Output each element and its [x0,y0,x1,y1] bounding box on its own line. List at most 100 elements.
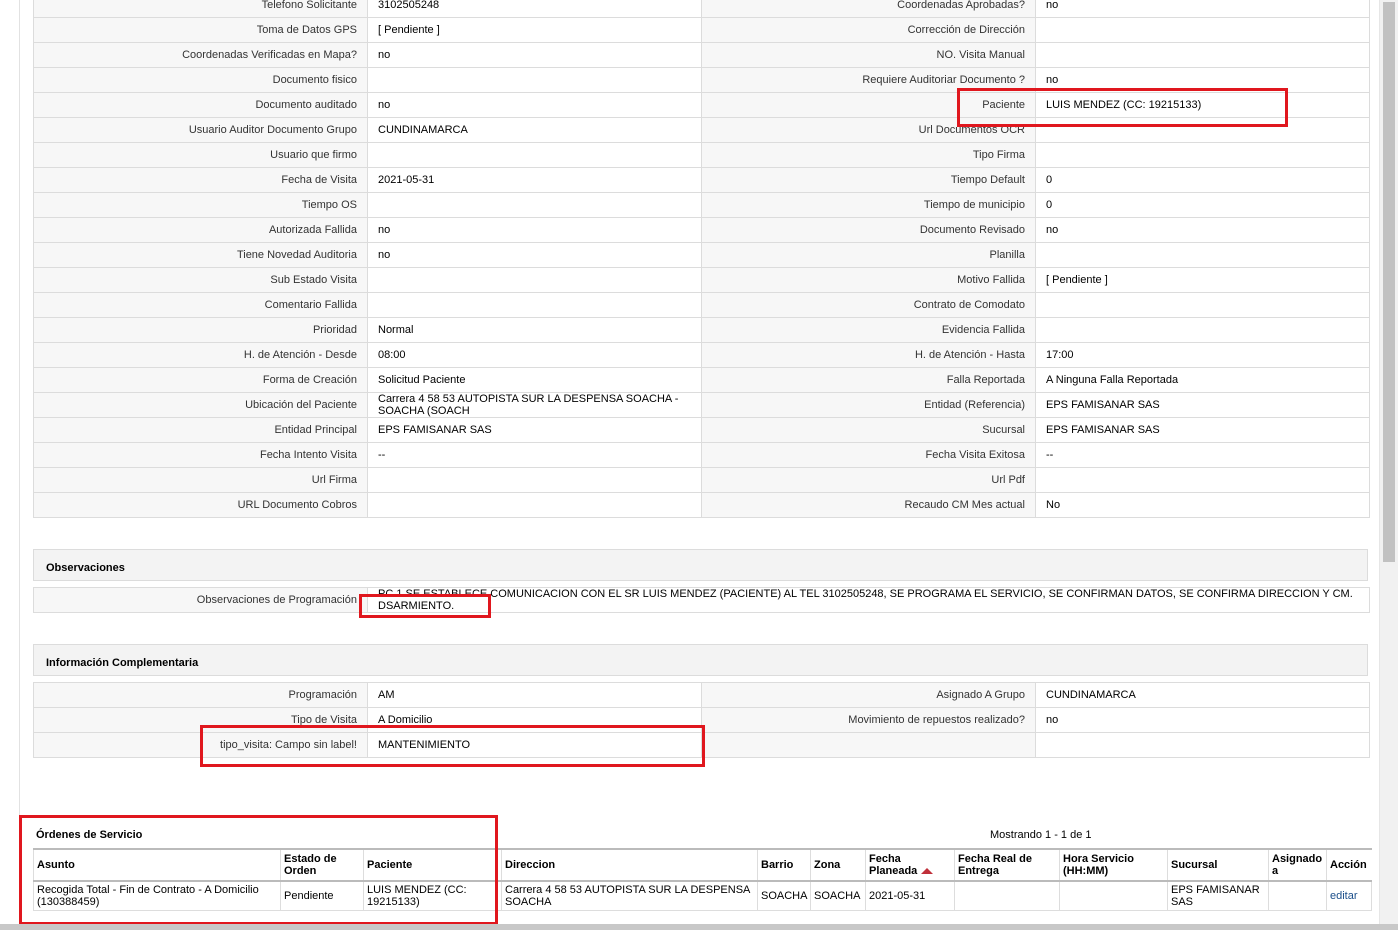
label-falla-reportada: Falla Reportada [701,367,1036,393]
value-programacion: AM [367,682,702,708]
detail-row: Documento fisico Requiere Auditoriar Docu… [33,67,1370,93]
column-header-asignado-a[interactable]: Asignado a [1268,848,1327,882]
value-coordenadas-verificadas-en-mapa: no [367,42,702,68]
label-entidad-principal: Entidad Principal [33,417,368,443]
value-tiempo-os [367,192,702,218]
value-documento-auditado: no [367,92,702,118]
value-no-visita-manual [1035,42,1370,68]
cell-estado-de-orden: Pendiente [280,880,364,911]
value-url-pdf [1035,467,1370,493]
label-forma-de-creacion: Forma de Creación [33,367,368,393]
column-header-label: Paciente [367,859,413,871]
label-documento-auditado: Documento auditado [33,92,368,118]
column-header-label: Estado de Orden [284,853,337,877]
value-documento-fisico [367,67,702,93]
vertical-scrollbar[interactable] [1379,0,1398,924]
label-usuario-que-firmo: Usuario que firmo [33,142,368,168]
value-comentario-fallida [367,292,702,318]
info-complementaria-table: Programación AM Asignado A Grupo CUNDINAMAR… [33,682,1370,758]
label-tipo-visita-campo-sin-label: tipo_visita: Campo sin label! [33,732,368,758]
value-prioridad: Normal [367,317,702,343]
detail-row: Documento auditado no Paciente LUIS MENDEZ … [33,92,1370,118]
label-toma-de-datos-gps: Toma de Datos GPS [33,17,368,43]
detail-row: tipo_visita: Campo sin label! MANTENIMIEN… [33,732,1370,758]
detail-row: H. de Atención - Desde 08:00 H. de Atenció… [33,342,1370,368]
value-recaudo-cm-mes-actual: No [1035,492,1370,518]
value-url-documento-cobros [367,492,702,518]
info-complementaria-header: Información Complementaria [33,644,1368,676]
column-header-zona[interactable]: Zona [810,848,866,882]
value-documento-revisado: no [1035,217,1370,243]
detail-row: Usuario Auditor Documento Grupo CUNDINAMA… [33,117,1370,143]
label-tiempo-default: Tiempo Default [701,167,1036,193]
cell-sucursal: EPS FAMISANAR SAS [1167,880,1269,911]
label-prioridad: Prioridad [33,317,368,343]
value-forma-de-creacion: Solicitud Paciente [367,367,702,393]
value-asignado-a-grupo: CUNDINAMARCA [1035,682,1370,708]
label-h-de-atencion-hasta: H. de Atención - Hasta [701,342,1036,368]
value-url-documentos-ocr [1035,117,1370,143]
value-sub-estado-visita [367,267,702,293]
value-usuario-auditor-documento-grupo: CUNDINAMARCA [367,117,702,143]
detail-row: Fecha Intento Visita -- Fecha Visita Exito… [33,442,1370,468]
detail-row: Prioridad Normal Evidencia Fallida [33,317,1370,343]
column-header-paciente[interactable]: Paciente [363,848,502,882]
left-panel-edge [0,0,20,924]
label-evidencia-fallida: Evidencia Fallida [701,317,1036,343]
detail-row: Fecha de Visita 2021-05-31 Tiempo Default 0 [33,167,1370,193]
label-programacion: Programación [33,682,368,708]
column-header-sucursal[interactable]: Sucursal [1167,848,1269,882]
observaciones-value: PC 1 SE ESTABLECE COMUNICACION CON EL SR… [367,587,1370,613]
horizontal-scrollbar[interactable] [0,924,1398,930]
label-fecha-intento-visita: Fecha Intento Visita [33,442,368,468]
cell-hora-servicio-hh-mm [1059,880,1168,911]
label-planilla: Planilla [701,242,1036,268]
column-header-hora-servicio-hh-mm[interactable]: Hora Servicio (HH:MM) [1059,848,1168,882]
label-tiempo-os: Tiempo OS [33,192,368,218]
label-coordenadas-verificadas-en-mapa: Coordenadas Verificadas en Mapa? [33,42,368,68]
column-header-fecha-planeada[interactable]: Fecha Planeada [865,848,955,882]
scrollbar-thumb[interactable] [1383,2,1395,562]
value-empty [1035,732,1370,758]
value-tipo-firma [1035,142,1370,168]
label-coordenadas-aprobadas: Coordenadas Aprobadas? [701,0,1036,18]
label-url-firma: Url Firma [33,467,368,493]
sort-ascending-icon[interactable] [921,868,934,875]
value-paciente: LUIS MENDEZ (CC: 19215133) [1035,92,1370,118]
label-motivo-fallida: Motivo Fallida [701,267,1036,293]
column-header-label: Sucursal [1171,859,1218,871]
cell-barrio: SOACHA [757,880,811,911]
label-url-documentos-ocr: Url Documentos OCR [701,117,1036,143]
column-header-fecha-real-de-entrega[interactable]: Fecha Real de Entrega [954,848,1060,882]
column-header-direccion[interactable]: Direccion [501,848,758,882]
label-movimiento-de-repuestos-realizado: Movimiento de repuestos realizado? [701,707,1036,733]
column-header-estado-de-orden[interactable]: Estado de Orden [280,848,364,882]
value-tiene-novedad-auditoria: no [367,242,702,268]
visit-details-table: Telefono Solicitante 3102505248 Coordenada… [33,0,1370,518]
detail-row: Programación AM Asignado A Grupo CUNDINAMAR… [33,682,1370,708]
detail-row: Tiene Novedad Auditoria no Planilla [33,242,1370,268]
column-header-label: Asignado a [1272,853,1323,877]
label-paciente: Paciente [701,92,1036,118]
label-no-visita-manual: NO. Visita Manual [701,42,1036,68]
column-header-asunto[interactable]: Asunto [33,848,281,882]
label-requiere-auditoriar-documento: Requiere Auditoriar Documento ? [701,67,1036,93]
column-header-label: Fecha Real de Entrega [958,853,1032,877]
column-header-accion[interactable]: Acción [1326,848,1372,882]
editar-link[interactable]: editar [1326,880,1372,911]
cell-asunto: Recogida Total - Fin de Contrato - A Dom… [33,880,281,911]
cell-fecha-real-de-entrega [954,880,1060,911]
detail-row: URL Documento Cobros Recaudo CM Mes actua… [33,492,1370,518]
value-tiempo-de-municipio: 0 [1035,192,1370,218]
value-falla-reportada: A Ninguna Falla Reportada [1035,367,1370,393]
table-row[interactable]: Recogida Total - Fin de Contrato - A Dom… [33,880,1372,911]
detail-row: Usuario que firmo Tipo Firma [33,142,1370,168]
value-contrato-de-comodato [1035,292,1370,318]
value-tipo-visita-campo-sin-label: MANTENIMIENTO [367,732,702,758]
column-header-barrio[interactable]: Barrio [757,848,811,882]
cell-asignado-a [1268,880,1327,911]
value-requiere-auditoriar-documento: no [1035,67,1370,93]
value-sucursal: EPS FAMISANAR SAS [1035,417,1370,443]
ordenes-table: Asunto Estado de Orden Paciente Direccion Ba… [33,848,1372,911]
column-header-label: Hora Servicio (HH:MM) [1063,853,1134,877]
